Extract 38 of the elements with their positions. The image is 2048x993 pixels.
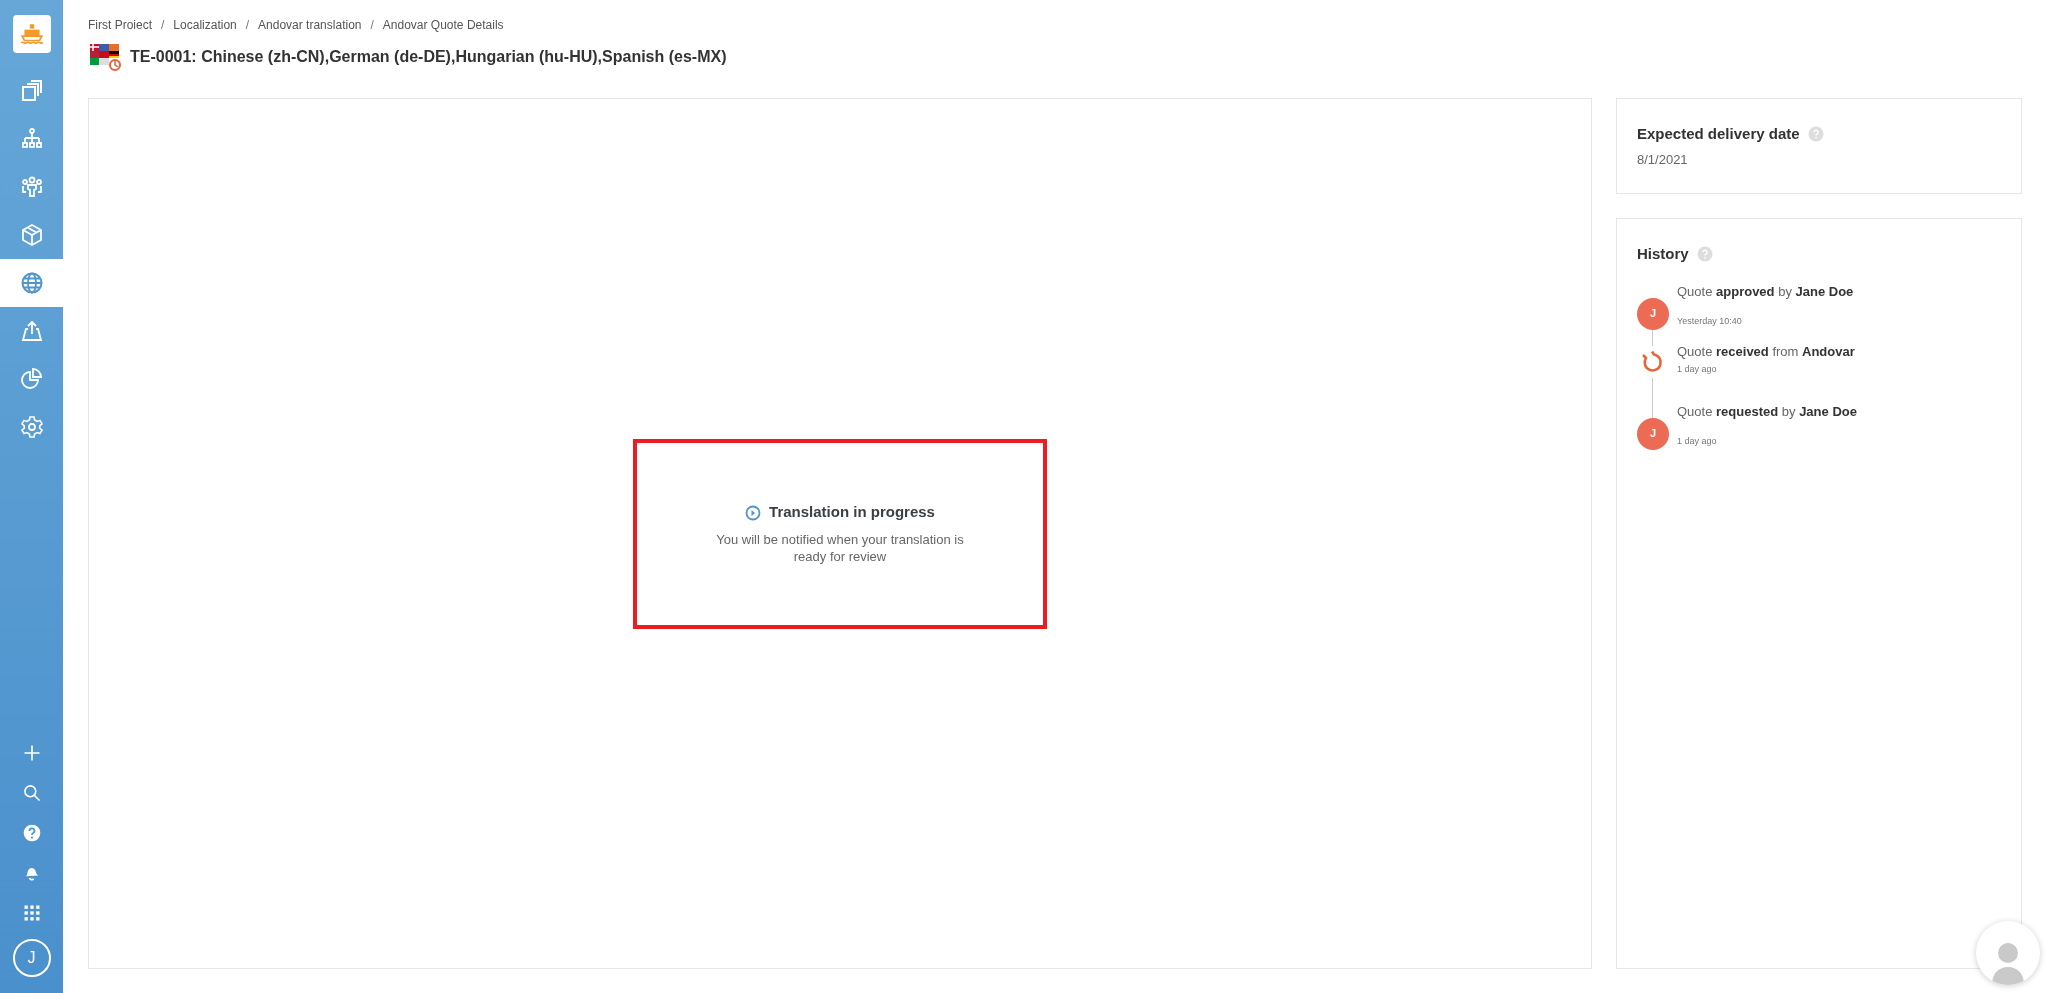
hierarchy-icon <box>19 127 44 151</box>
stacked-pages-icon <box>19 79 44 103</box>
event-time: 1 day ago <box>1677 363 1718 376</box>
breadcrumb-link[interactable]: Localization <box>173 16 237 34</box>
search-icon <box>21 783 42 803</box>
event-text: Quote requested by Jane Doe <box>1677 402 1857 421</box>
help-icon <box>1807 126 1824 143</box>
status-title: Translation in progress <box>769 502 935 523</box>
user-avatar: J <box>1637 417 1669 450</box>
breadcrumb-separator: / <box>370 17 374 34</box>
status-message: You will be notified when your translation is ready for review <box>715 531 965 566</box>
breadcrumb-link[interactable]: Andovar Quote Details <box>382 16 504 34</box>
card-title: Expected delivery date <box>1637 124 1800 144</box>
app-logo[interactable] <box>12 15 51 53</box>
nav-item[interactable] <box>0 259 63 307</box>
delivery-date: 8/1/2021 <box>1637 150 1689 169</box>
flags-icon <box>88 42 122 72</box>
event-text: Quote approved by Jane Doe <box>1677 282 1854 301</box>
globe-icon <box>19 271 44 295</box>
page-title: TE-0001: Chinese (zh-CN),German (de-DE),Hungarian (hu-HU),Spanish (es-MX) <box>130 47 727 67</box>
help-icon <box>1696 246 1713 263</box>
settings-icon <box>19 415 44 439</box>
breadcrumb-separator: / <box>161 17 165 34</box>
assistant-avatar[interactable] <box>1976 921 2040 985</box>
card-title: History <box>1637 244 1689 264</box>
box-icon <box>19 223 44 247</box>
breadcrumb-link[interactable]: Andovar translation <box>258 16 362 34</box>
team-icon <box>19 175 44 199</box>
pie-chart-icon <box>19 367 44 391</box>
breadcrumb-link[interactable]: First Proiect <box>88 16 152 34</box>
event-text: Quote received from Andovar <box>1677 342 1855 361</box>
event-time: 1 day ago <box>1677 435 1718 448</box>
breadcrumb-separator: / <box>245 17 250 34</box>
help-icon <box>21 823 42 843</box>
upload-icon <box>19 319 44 343</box>
user-avatar: J <box>1637 297 1669 330</box>
progress-icon <box>745 504 762 521</box>
event-time: Yesterday 10:40 <box>1677 315 1743 328</box>
